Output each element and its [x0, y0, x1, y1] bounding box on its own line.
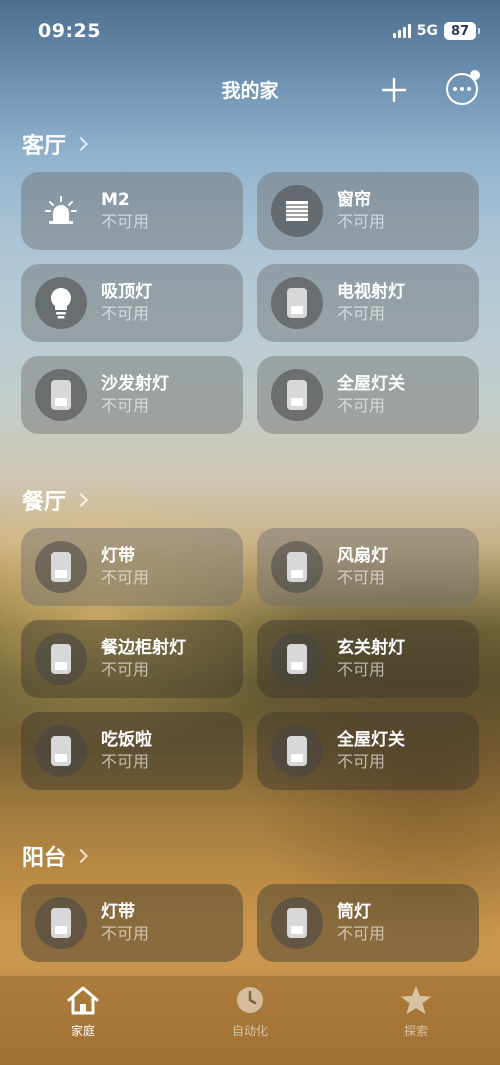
tile-status: 不可用 — [101, 396, 150, 415]
section-header-living-room[interactable]: 客厅 — [22, 128, 89, 160]
house-icon — [67, 986, 99, 1015]
switch-icon — [271, 277, 323, 329]
switch-icon — [35, 369, 87, 421]
accessory-tile[interactable]: 灯带 不可用 — [21, 528, 243, 606]
tile-name: 灯带 — [101, 902, 135, 922]
tile-status: 不可用 — [337, 304, 386, 323]
section-header-dining-room[interactable]: 餐厅 — [22, 484, 89, 516]
switch-icon — [271, 897, 323, 949]
switch-icon — [35, 541, 87, 593]
accessory-tile[interactable]: 吃饭啦 不可用 — [21, 712, 243, 790]
switch-icon — [35, 897, 87, 949]
tile-name: M2 — [101, 190, 130, 210]
tab-label: 探索 — [403, 1024, 428, 1038]
section-title: 阳台 — [22, 846, 67, 871]
chevron-right-icon — [73, 848, 89, 864]
tile-status: 不可用 — [337, 396, 386, 415]
tile-name: 电视射灯 — [337, 282, 405, 302]
add-button[interactable] — [378, 74, 410, 106]
blinds-icon — [271, 185, 323, 237]
chevron-right-icon — [73, 492, 89, 508]
tile-status: 不可用 — [337, 568, 386, 587]
accessory-tile[interactable]: 吸顶灯 不可用 — [21, 264, 243, 342]
tile-status: 不可用 — [101, 752, 150, 771]
tile-status: 不可用 — [337, 924, 386, 943]
more-button[interactable] — [446, 70, 480, 105]
tile-name: 玄关射灯 — [337, 638, 405, 658]
nav-bar: 我的家 — [0, 62, 500, 116]
tile-name: 风扇灯 — [337, 546, 388, 566]
tile-status: 不可用 — [101, 568, 150, 587]
tile-name: 吸顶灯 — [101, 282, 152, 302]
battery-level: 87 — [450, 23, 470, 39]
tab-bar: 家庭 自动化 探索 — [0, 975, 500, 1065]
page-title: 我的家 — [221, 80, 279, 102]
tile-name: 餐边柜射灯 — [101, 638, 186, 658]
tile-name: 沙发射灯 — [101, 374, 169, 394]
status-bar: 09:25 5G 87 — [0, 0, 500, 62]
star-icon — [401, 986, 431, 1014]
tile-name: 全屋灯关 — [337, 374, 405, 394]
tile-status: 不可用 — [101, 924, 150, 943]
tab-automation[interactable]: 自动化 — [200, 984, 300, 1039]
accessory-tile[interactable]: 玄关射灯 不可用 — [257, 620, 479, 698]
switch-icon — [271, 725, 323, 777]
accessory-tile[interactable]: 灯带 不可用 — [21, 884, 243, 962]
switch-icon — [271, 541, 323, 593]
tile-status: 不可用 — [101, 212, 150, 231]
tile-name: 窗帘 — [337, 190, 371, 210]
tile-status: 不可用 — [337, 212, 386, 231]
cellular-signal-icon — [392, 24, 411, 38]
accessory-tile[interactable]: M2 不可用 — [21, 172, 243, 250]
switch-icon — [35, 725, 87, 777]
accessory-tile[interactable]: 电视射灯 不可用 — [257, 264, 479, 342]
tab-label: 家庭 — [70, 1024, 95, 1038]
accessory-tile[interactable]: 筒灯 不可用 — [257, 884, 479, 962]
notification-dot — [470, 70, 480, 80]
tab-discover[interactable]: 探索 — [366, 984, 466, 1039]
status-indicators: 5G 87 — [392, 22, 480, 40]
tile-name: 灯带 — [101, 546, 135, 566]
alarm-siren-icon — [35, 185, 87, 237]
accessory-tile[interactable]: 全屋灯关 不可用 — [257, 712, 479, 790]
tile-status: 不可用 — [101, 304, 150, 323]
ellipsis-dot — [460, 87, 464, 91]
status-time: 09:25 — [38, 20, 101, 42]
battery-icon: 87 — [444, 22, 480, 40]
accessory-tile[interactable]: 沙发射灯 不可用 — [21, 356, 243, 434]
ellipsis-icon — [453, 87, 457, 91]
tab-label: 自动化 — [231, 1024, 268, 1038]
tile-status: 不可用 — [337, 752, 386, 771]
accessory-tile[interactable]: 窗帘 不可用 — [257, 172, 479, 250]
chevron-right-icon — [73, 136, 89, 152]
tile-name: 吃饭啦 — [101, 730, 152, 750]
ellipsis-dot — [467, 87, 471, 91]
lightbulb-icon — [35, 277, 87, 329]
clock-icon — [237, 987, 263, 1013]
tab-home[interactable]: 家庭 — [33, 984, 133, 1039]
plus-icon — [381, 77, 407, 103]
network-type: 5G — [416, 23, 438, 39]
switch-icon — [271, 633, 323, 685]
section-title: 客厅 — [22, 134, 67, 159]
accessory-tile[interactable]: 全屋灯关 不可用 — [257, 356, 479, 434]
accessory-tile[interactable]: 风扇灯 不可用 — [257, 528, 479, 606]
tile-name: 筒灯 — [337, 902, 371, 922]
switch-icon — [271, 369, 323, 421]
section-title: 餐厅 — [22, 490, 67, 515]
switch-icon — [35, 633, 87, 685]
tile-status: 不可用 — [101, 660, 150, 679]
tile-status: 不可用 — [337, 660, 386, 679]
section-header-balcony[interactable]: 阳台 — [22, 840, 89, 872]
accessory-tile[interactable]: 餐边柜射灯 不可用 — [21, 620, 243, 698]
tile-name: 全屋灯关 — [337, 730, 405, 750]
